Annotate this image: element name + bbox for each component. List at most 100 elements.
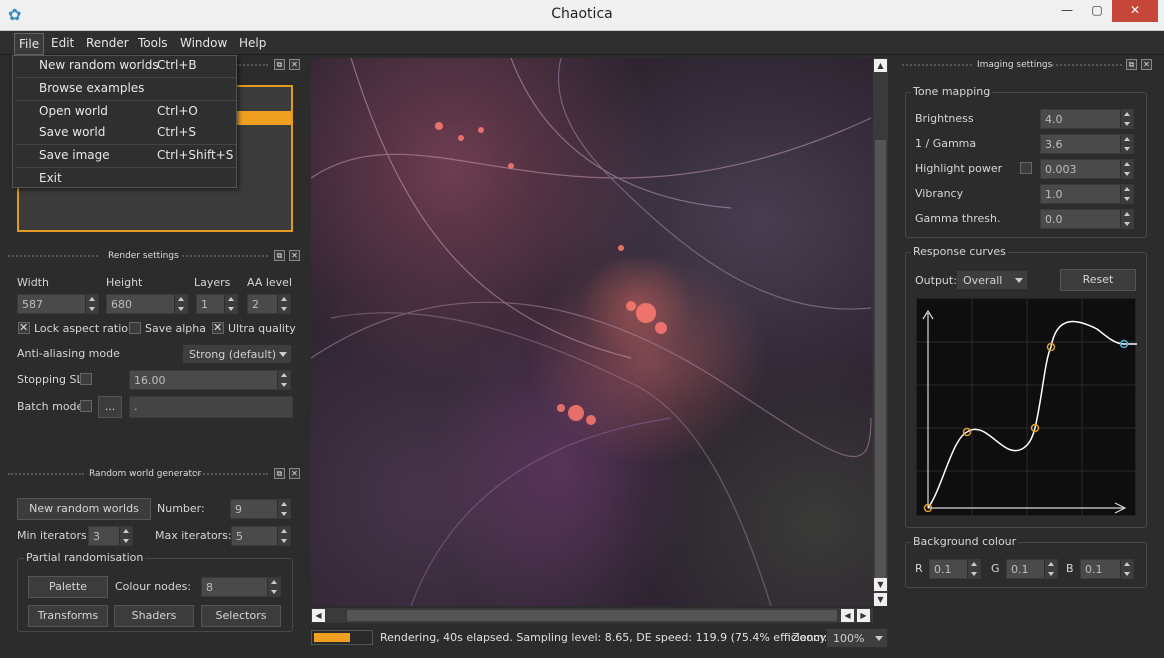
palette-button[interactable]: Palette bbox=[28, 576, 108, 598]
ultra-quality-label: Ultra quality bbox=[228, 322, 296, 335]
gamma-thresh-input[interactable]: 0.0 bbox=[1040, 209, 1134, 229]
batch-path-input[interactable]: . bbox=[129, 396, 293, 418]
max-iterators-input[interactable]: 5 bbox=[231, 526, 291, 546]
scroll-thumb[interactable] bbox=[875, 140, 886, 580]
layers-label: Layers bbox=[194, 276, 231, 289]
aa-level-label: AA level bbox=[247, 276, 293, 289]
imaging-settings-title: Imaging settings bbox=[977, 60, 1053, 70]
scroll-down-icon[interactable]: ▼ bbox=[874, 578, 887, 591]
float-icon[interactable]: ⧉ bbox=[274, 59, 285, 70]
close-panel-icon[interactable]: ✕ bbox=[289, 59, 300, 70]
lock-aspect-label: Lock aspect ratio bbox=[34, 322, 129, 335]
scroll-right-icon[interactable]: ▶ bbox=[857, 609, 870, 622]
minimize-button[interactable]: — bbox=[1052, 0, 1082, 22]
title-bar: ✿ Chaotica — ▢ ✕ bbox=[0, 0, 1164, 31]
stopping-sl-checkbox[interactable] bbox=[80, 373, 92, 385]
scroll-left-icon[interactable]: ◀ bbox=[312, 609, 325, 622]
aa-level-input[interactable]: 2 bbox=[247, 294, 291, 314]
save-alpha-checkbox[interactable] bbox=[129, 322, 141, 334]
close-panel-icon[interactable]: ✕ bbox=[289, 468, 300, 479]
shaders-button[interactable]: Shaders bbox=[114, 605, 194, 627]
float-icon[interactable]: ⧉ bbox=[274, 468, 285, 479]
render-canvas[interactable] bbox=[311, 58, 873, 606]
height-input[interactable]: 680 bbox=[106, 294, 188, 314]
float-icon[interactable]: ⧉ bbox=[274, 250, 285, 261]
menu-item-save-world[interactable]: Save world bbox=[39, 125, 105, 139]
highlight-power-checkbox[interactable] bbox=[1020, 162, 1032, 174]
window-title: Chaotica bbox=[551, 6, 613, 22]
colour-nodes-input[interactable]: 8 bbox=[201, 577, 281, 597]
brightness-input[interactable]: 4.0 bbox=[1040, 109, 1134, 129]
new-random-worlds-button[interactable]: New random worlds bbox=[17, 498, 151, 520]
g-input[interactable]: 0.1 bbox=[1006, 559, 1058, 579]
reset-button[interactable]: Reset bbox=[1060, 269, 1136, 291]
scroll-thumb[interactable] bbox=[347, 610, 837, 621]
menu-item-exit[interactable]: Exit bbox=[39, 171, 62, 185]
gamma-input[interactable]: 3.6 bbox=[1040, 134, 1134, 154]
save-alpha-label: Save alpha bbox=[145, 322, 206, 335]
vertical-scrollbar[interactable]: ▲ ▼ bbox=[873, 58, 888, 606]
random-world-header: Random world generator ⧉ ✕ bbox=[0, 467, 304, 481]
stopping-sl-input[interactable]: 16.00 bbox=[129, 370, 291, 390]
aa-mode-label: Anti-aliasing mode bbox=[17, 347, 120, 360]
response-curve-editor[interactable] bbox=[916, 298, 1137, 517]
highlight-power-input[interactable]: 0.003 bbox=[1040, 159, 1134, 179]
render-progress-bar bbox=[311, 630, 373, 645]
colour-nodes-label: Colour nodes: bbox=[115, 580, 192, 593]
shortcut-new-random-worlds: Ctrl+B bbox=[157, 58, 197, 72]
maximize-button[interactable]: ▢ bbox=[1082, 0, 1112, 22]
random-world-title: Random world generator bbox=[89, 469, 202, 479]
ultra-quality-checkbox[interactable] bbox=[212, 321, 224, 334]
menu-tools[interactable]: Tools bbox=[138, 36, 168, 50]
zoom-select[interactable]: 100% bbox=[826, 628, 888, 648]
scroll-down-icon[interactable]: ▼ bbox=[874, 593, 887, 606]
output-label: Output: bbox=[915, 274, 957, 287]
close-panel-icon[interactable]: ✕ bbox=[289, 250, 300, 261]
menu-window[interactable]: Window bbox=[180, 36, 227, 50]
aa-mode-select[interactable]: Strong (default) bbox=[182, 344, 292, 364]
progress-fill bbox=[314, 633, 350, 642]
menu-render[interactable]: Render bbox=[86, 36, 129, 50]
lock-aspect-checkbox[interactable] bbox=[18, 321, 30, 334]
b-label: B bbox=[1066, 562, 1074, 575]
float-icon[interactable]: ⧉ bbox=[1126, 59, 1137, 70]
width-input[interactable]: 587 bbox=[17, 294, 99, 314]
tone-mapping-label: Tone mapping bbox=[911, 85, 993, 98]
scroll-right-icon[interactable]: ◀ bbox=[841, 609, 854, 622]
gamma-label: 1 / Gamma bbox=[915, 137, 977, 150]
menu-help[interactable]: Help bbox=[239, 36, 266, 50]
output-select[interactable]: Overall bbox=[956, 270, 1028, 290]
scroll-up-icon[interactable]: ▲ bbox=[874, 59, 887, 72]
menu-file[interactable]: File bbox=[14, 33, 45, 55]
vibrancy-input[interactable]: 1.0 bbox=[1040, 184, 1134, 204]
batch-mode-checkbox[interactable] bbox=[80, 400, 92, 412]
batch-browse-button[interactable]: ... bbox=[98, 396, 122, 418]
background-colour-label: Background colour bbox=[911, 535, 1019, 548]
curve-graph bbox=[917, 299, 1137, 517]
close-panel-icon[interactable]: ✕ bbox=[1141, 59, 1152, 70]
batch-mode-label: Batch mode bbox=[17, 400, 84, 413]
selected-item[interactable] bbox=[237, 111, 291, 125]
transforms-button[interactable]: Transforms bbox=[28, 605, 108, 627]
menu-edit[interactable]: Edit bbox=[51, 36, 74, 50]
min-iterators-label: Min iterators: bbox=[17, 529, 91, 542]
selectors-button[interactable]: Selectors bbox=[201, 605, 281, 627]
r-input[interactable]: 0.1 bbox=[929, 559, 981, 579]
layers-input[interactable]: 1 bbox=[196, 294, 238, 314]
close-button[interactable]: ✕ bbox=[1112, 0, 1158, 22]
horizontal-scrollbar[interactable]: ◀ ◀ ▶ bbox=[311, 608, 873, 623]
menu-item-open-world[interactable]: Open world bbox=[39, 104, 108, 118]
menu-bar bbox=[0, 31, 1164, 55]
menu-item-new-random-worlds[interactable]: New random worlds bbox=[39, 58, 159, 72]
b-input[interactable]: 0.1 bbox=[1080, 559, 1134, 579]
number-input[interactable]: 9 bbox=[230, 499, 291, 519]
menu-item-save-image[interactable]: Save image bbox=[39, 148, 110, 162]
brightness-label: Brightness bbox=[915, 112, 974, 125]
menu-item-browse-examples[interactable]: Browse examples bbox=[39, 81, 144, 95]
response-curves-label: Response curves bbox=[911, 245, 1008, 258]
g-label: G bbox=[991, 562, 1000, 575]
file-dropdown-menu: New random worlds Ctrl+B Browse examples… bbox=[12, 55, 237, 188]
render-settings-header: Render settings ⧉ ✕ bbox=[0, 249, 304, 263]
min-iterators-input[interactable]: 3 bbox=[88, 526, 133, 546]
status-text: Rendering, 40s elapsed. Sampling level: … bbox=[380, 631, 841, 644]
